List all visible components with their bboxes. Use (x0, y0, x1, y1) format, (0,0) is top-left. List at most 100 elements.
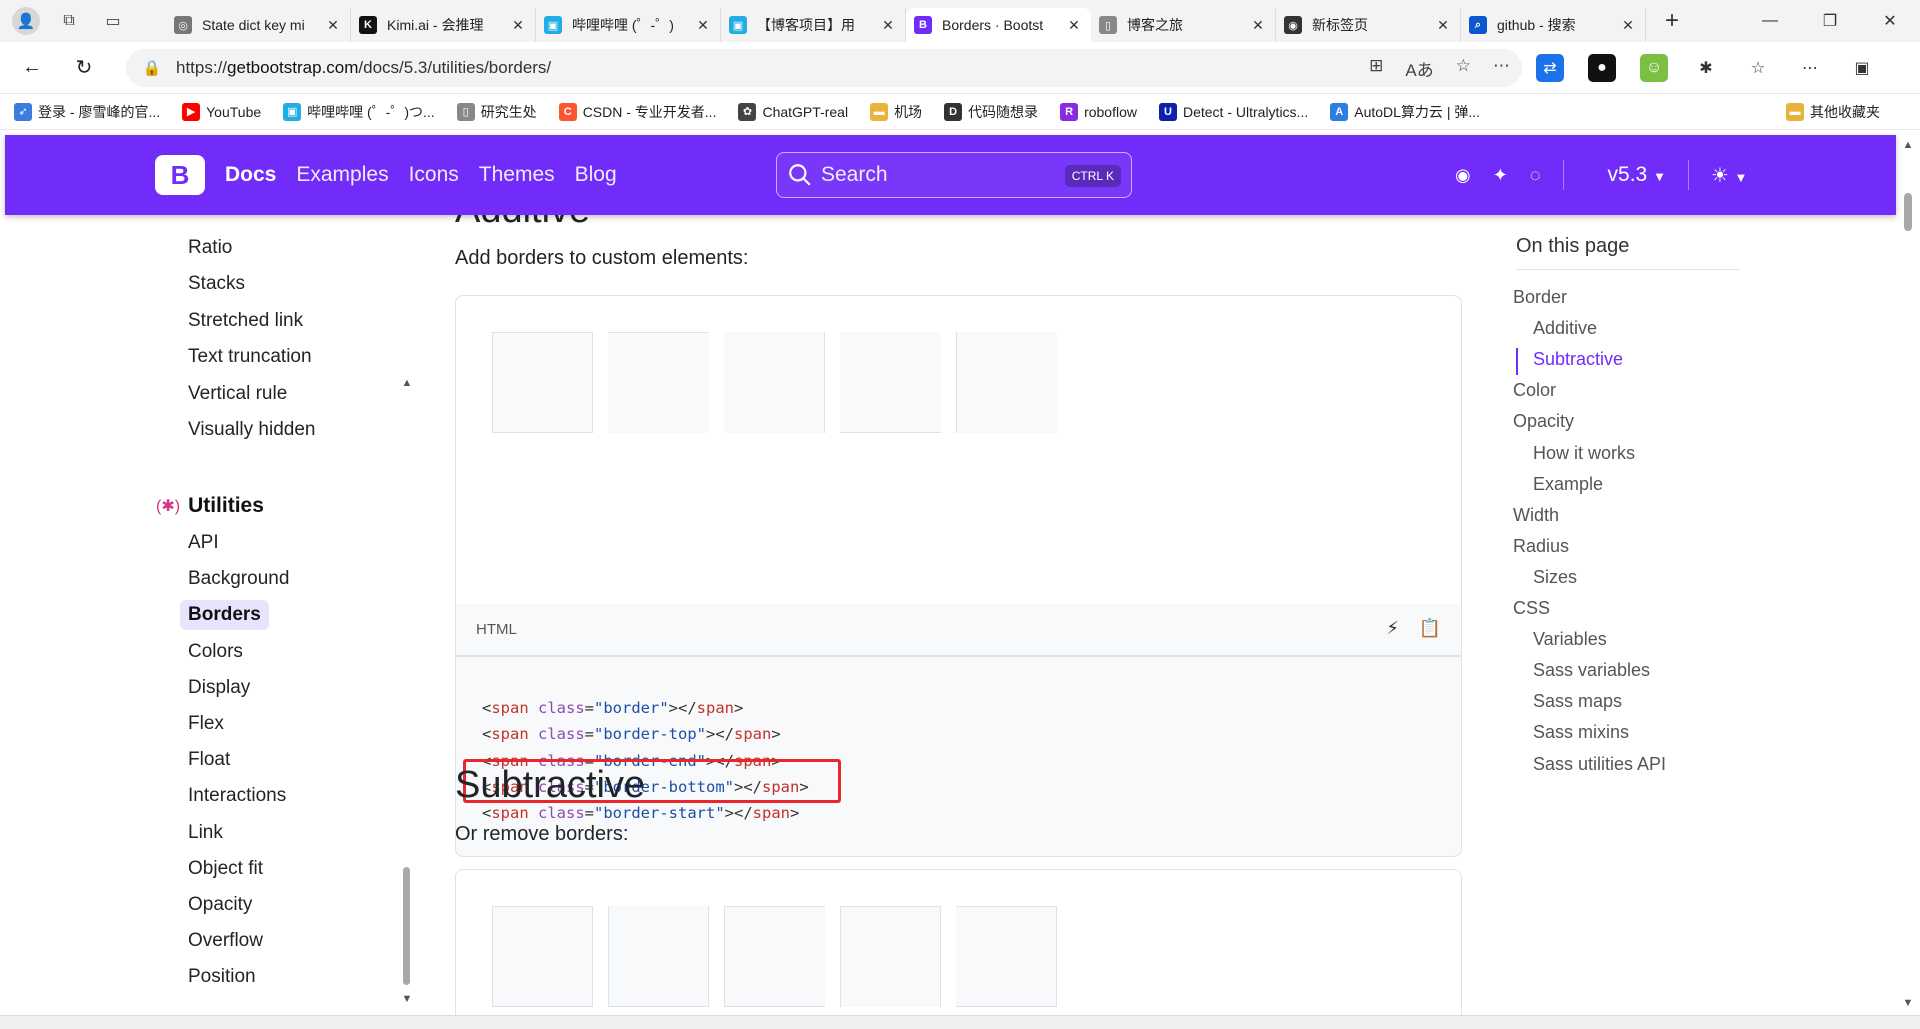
collections-icon[interactable]: ☆ (1744, 54, 1772, 82)
scroll-up-icon[interactable]: ▲ (400, 377, 414, 389)
minimize-icon[interactable]: — (1740, 0, 1800, 42)
tab-close-icon[interactable]: ✕ (879, 17, 897, 34)
sidebar-item-ratio[interactable]: Ratio (188, 237, 232, 259)
toc-item-border[interactable]: Border (1513, 287, 1567, 308)
sidebar-item-position[interactable]: Position (188, 966, 256, 988)
toc-item-variables[interactable]: Variables (1533, 629, 1607, 650)
bookmark-item[interactable]: ▶ YouTube (182, 102, 261, 121)
sidebar-item-interactions[interactable]: Interactions (188, 785, 286, 807)
favorite-star-icon[interactable]: ☆ (1456, 56, 1471, 81)
sidebar-item-colors[interactable]: Colors (188, 641, 243, 663)
lock-icon[interactable]: 🔒 (134, 59, 170, 77)
bookmark-item[interactable]: Rroboflow (1060, 102, 1137, 121)
tab-close-icon[interactable]: ✕ (1619, 17, 1637, 34)
toc-item-how-it-works[interactable]: How it works (1533, 443, 1635, 464)
sidebar-toggle-icon[interactable]: ▣ (1848, 54, 1876, 82)
toc-item-color[interactable]: Color (1513, 380, 1556, 401)
url-bar[interactable]: 🔒 https://getbootstrap.com/docs/5.3/util… (126, 49, 1522, 87)
lightning-edit-icon[interactable]: ⚡ (1386, 618, 1399, 639)
browser-tab[interactable]: ◎ State dict key mi ✕ (166, 8, 351, 42)
extension-translate-icon[interactable]: ⇄ (1536, 54, 1564, 82)
browser-tab[interactable]: ▣ 【博客项目】用 ✕ (721, 8, 906, 42)
app-available-icon[interactable]: ⊞ (1369, 56, 1383, 81)
bookmark-item[interactable]: ▣ 哔哩哔哩 (゜-゜)つ... (283, 102, 435, 122)
bookmark-item[interactable]: C CSDN - 专业开发者... (558, 102, 716, 122)
tab-close-icon[interactable]: ✕ (324, 17, 342, 34)
read-aloud-icon[interactable]: Aあ (1405, 56, 1433, 81)
browser-tab[interactable]: B Borders · Bootst ✕ (906, 8, 1091, 42)
toc-item-sass-utilities-api[interactable]: Sass utilities API (1533, 754, 1666, 775)
restore-icon[interactable]: ❐ (1800, 0, 1860, 42)
sidebar-scroll-thumb[interactable] (403, 867, 410, 985)
tab-close-icon[interactable]: ✕ (1249, 17, 1267, 34)
nav-link-examples[interactable]: Examples (296, 163, 388, 187)
scroll-down-icon[interactable]: ▼ (400, 993, 414, 1005)
sidebar-item-opacity[interactable]: Opacity (188, 894, 252, 916)
extension-tampermonkey-icon[interactable]: ● (1588, 54, 1616, 82)
other-bookmarks-folder[interactable]: ▬ 其他收藏夹 (1786, 94, 1880, 130)
github-icon[interactable]: ◉ (1455, 165, 1471, 186)
sidebar-item-object-fit[interactable]: Object fit (188, 858, 263, 880)
extensions-puzzle-icon[interactable]: ✱ (1692, 54, 1720, 82)
sidebar-item-borders[interactable]: Borders (180, 600, 269, 631)
url-text[interactable]: https://getbootstrap.com/docs/5.3/utilit… (176, 58, 551, 78)
sidebar-item-api[interactable]: API (188, 532, 219, 554)
version-dropdown[interactable]: v5.3 ▼ (1608, 163, 1666, 187)
sidebar-item-stretched-link[interactable]: Stretched link (188, 310, 303, 332)
extension-smile-icon[interactable]: ☺ (1640, 54, 1668, 82)
twitter-icon[interactable]: ✦ (1493, 165, 1508, 186)
docs-search-button[interactable]: Search CTRL K (776, 152, 1132, 198)
toc-item-sass-variables[interactable]: Sass variables (1533, 660, 1650, 681)
browser-tab[interactable]: ▣ 哔哩哔哩 (゜-゜) ✕ (536, 8, 721, 42)
nav-link-themes[interactable]: Themes (479, 163, 555, 187)
vertical-tabs-icon[interactable]: ▭ (98, 6, 128, 36)
toc-item-radius[interactable]: Radius (1513, 536, 1569, 557)
tab-close-icon[interactable]: ✕ (1434, 17, 1452, 34)
toc-item-subtractive[interactable]: Subtractive (1533, 349, 1623, 370)
sidebar-item-text-truncation[interactable]: Text truncation (188, 346, 312, 368)
bookmark-item[interactable]: ✿ ChatGPT-real (738, 102, 848, 121)
back-arrow-icon[interactable]: ← (12, 48, 52, 88)
more-tools-icon[interactable]: ⋯ (1493, 56, 1510, 81)
settings-more-icon[interactable]: ⋯ (1796, 54, 1824, 82)
bookmark-item[interactable]: ▬ 机场 (870, 102, 922, 122)
sidebar-item-display[interactable]: Display (188, 677, 250, 699)
theme-toggle[interactable]: ☀ ▼ (1711, 163, 1747, 188)
page-scroll-thumb[interactable] (1904, 193, 1912, 231)
bootstrap-logo[interactable]: B (155, 155, 205, 195)
bookmark-item[interactable]: ➶ 登录 - 廖雪峰的官... (14, 102, 160, 122)
clipboard-copy-icon[interactable]: 📋 (1419, 618, 1441, 639)
nav-link-docs[interactable]: Docs (225, 163, 276, 187)
opencollective-icon[interactable]: ◌ (1530, 165, 1541, 186)
tab-close-icon[interactable]: ✕ (1065, 17, 1083, 34)
refresh-icon[interactable]: ↻ (64, 48, 104, 88)
tab-close-icon[interactable]: ✕ (509, 17, 527, 34)
sidebar-item-float[interactable]: Float (188, 749, 230, 771)
bookmark-item[interactable]: U Detect - Ultralytics... (1158, 102, 1308, 121)
nav-link-blog[interactable]: Blog (575, 163, 617, 187)
bookmark-item[interactable]: A AutoDL算力云 | 弹... (1330, 102, 1480, 122)
toc-item-sass-mixins[interactable]: Sass mixins (1533, 722, 1629, 743)
sidebar-item-background[interactable]: Background (188, 568, 289, 590)
sidebar-item-overflow[interactable]: Overflow (188, 930, 263, 952)
browser-tab[interactable]: ⌕ github - 搜索 ✕ (1461, 8, 1646, 42)
toc-item-css[interactable]: CSS (1513, 598, 1550, 619)
sidebar-item-flex[interactable]: Flex (188, 713, 224, 735)
sidebar-scrollbar[interactable]: ▲ ▼ (400, 227, 414, 1007)
toc-item-sizes[interactable]: Sizes (1533, 567, 1577, 588)
browser-tab[interactable]: K Kimi.ai - 会推理 ✕ (351, 8, 536, 42)
toc-item-width[interactable]: Width (1513, 505, 1559, 526)
scroll-up-icon[interactable]: ▲ (1896, 139, 1920, 151)
workspaces-icon[interactable]: ⧉ (54, 6, 84, 36)
bookmark-item[interactable]: ▯ 研究生处 (456, 102, 537, 122)
toc-item-example[interactable]: Example (1533, 474, 1603, 495)
nav-link-icons[interactable]: Icons (409, 163, 459, 187)
new-tab-button[interactable]: + (1652, 7, 1692, 35)
sidebar-item-visually-hidden[interactable]: Visually hidden (188, 419, 315, 441)
scroll-down-icon[interactable]: ▼ (1896, 997, 1920, 1009)
sidebar-item-vertical-rule[interactable]: Vertical rule (188, 383, 287, 405)
sidebar-item-link[interactable]: Link (188, 822, 223, 844)
profile-avatar-icon[interactable]: 👤 (12, 7, 40, 35)
tab-close-icon[interactable]: ✕ (694, 17, 712, 34)
toc-item-additive[interactable]: Additive (1533, 318, 1597, 339)
